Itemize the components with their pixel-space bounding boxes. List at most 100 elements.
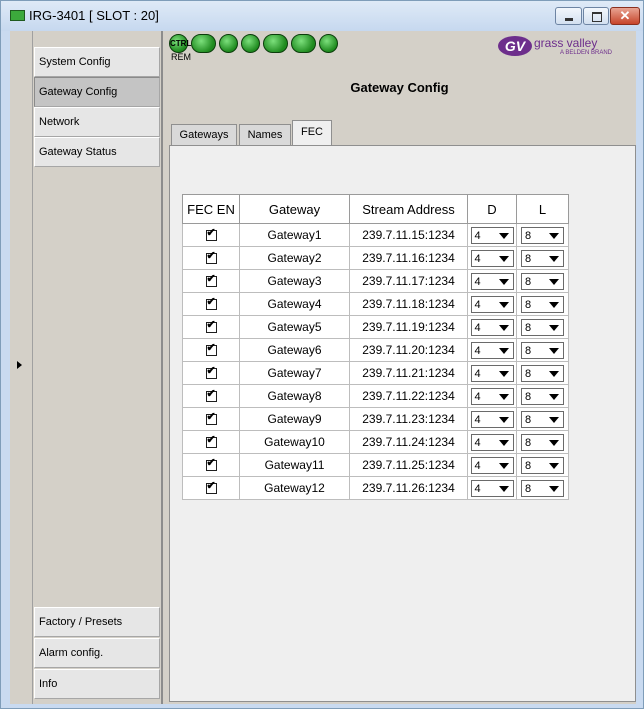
l-cell: 8 (516, 476, 569, 500)
d-value: 4 (474, 321, 481, 334)
connection-status-icon[interactable] (191, 34, 216, 53)
d-value: 4 (474, 298, 481, 311)
header-d[interactable]: D (467, 194, 517, 224)
header-stream-address[interactable]: Stream Address (349, 194, 468, 224)
d-cell: 4 (467, 407, 517, 431)
d-dropdown[interactable]: 4 (470, 410, 514, 428)
l-dropdown[interactable]: 8 (521, 272, 564, 290)
nav-alarm-config[interactable]: Alarm config. (34, 638, 160, 668)
chevron-down-icon (498, 255, 509, 262)
stream-address-cell: 239.7.11.26:1234 (349, 476, 468, 500)
l-dropdown[interactable]: 8 (521, 433, 564, 451)
fec-enable-cell: ✔ (182, 384, 240, 408)
stream-status-icon-2[interactable] (291, 34, 316, 53)
l-dropdown[interactable]: 8 (521, 364, 564, 382)
header-gateway[interactable]: Gateway (239, 194, 350, 224)
d-dropdown[interactable]: 4 (470, 272, 514, 290)
d-dropdown[interactable]: 4 (470, 341, 514, 359)
l-value: 8 (525, 413, 532, 426)
nav-gateway-config[interactable]: Gateway Config (34, 77, 160, 107)
fec-enable-checkbox[interactable]: ✔ (205, 227, 217, 242)
minimize-button[interactable] (555, 7, 582, 25)
fec-enable-checkbox[interactable]: ✔ (205, 411, 217, 426)
network-status-icon-2[interactable] (241, 34, 260, 53)
d-cell: 4 (467, 453, 517, 477)
fec-enable-checkbox[interactable]: ✔ (205, 434, 217, 449)
d-dropdown[interactable]: 4 (470, 479, 514, 497)
l-dropdown[interactable]: 8 (521, 479, 564, 497)
gateway-name-cell: Gateway1 (239, 223, 350, 247)
expand-arrow-icon[interactable] (17, 361, 22, 369)
fec-enable-checkbox[interactable]: ✔ (205, 296, 217, 311)
table-row: ✔ Gateway7 239.7.11.21:1234 4 8 (182, 361, 569, 385)
l-dropdown[interactable]: 8 (521, 410, 564, 428)
l-dropdown[interactable]: 8 (521, 295, 564, 313)
maximize-icon (592, 12, 602, 22)
d-dropdown[interactable]: 4 (470, 295, 514, 313)
add-icon[interactable] (319, 34, 338, 53)
table-body: ✔ Gateway1 239.7.11.15:1234 4 8 ✔ Gateway2 239.… (182, 223, 569, 500)
d-dropdown[interactable]: 4 (470, 318, 514, 336)
fec-enable-checkbox[interactable]: ✔ (205, 457, 217, 472)
d-dropdown[interactable]: 4 (470, 364, 514, 382)
d-cell: 4 (467, 246, 517, 270)
stream-status-icon[interactable] (263, 34, 288, 53)
l-dropdown[interactable]: 8 (521, 387, 564, 405)
l-value: 8 (525, 229, 532, 242)
fec-enable-cell: ✔ (182, 338, 240, 362)
fec-enable-checkbox[interactable]: ✔ (205, 319, 217, 334)
chevron-down-icon (549, 347, 559, 354)
nav-factory-presets[interactable]: Factory / Presets (34, 607, 160, 637)
d-value: 4 (474, 229, 481, 242)
l-dropdown[interactable]: 8 (521, 456, 564, 474)
l-dropdown[interactable]: 8 (521, 318, 564, 336)
l-cell: 8 (516, 384, 569, 408)
close-button[interactable]: ✕ (610, 7, 640, 25)
l-dropdown[interactable]: 8 (521, 226, 564, 244)
fec-enable-checkbox[interactable]: ✔ (205, 388, 217, 403)
gateway-name-cell: Gateway9 (239, 407, 350, 431)
side-collapse-strip[interactable] (10, 31, 33, 704)
chevron-down-icon (498, 301, 509, 308)
d-dropdown[interactable]: 4 (470, 249, 514, 267)
stream-address-cell: 239.7.11.15:1234 (349, 223, 468, 247)
ctrl-status-icon[interactable]: CTRL (169, 34, 191, 53)
gateway-name-cell: Gateway12 (239, 476, 350, 500)
d-dropdown[interactable]: 4 (470, 226, 514, 244)
fec-enable-checkbox[interactable]: ✔ (205, 250, 217, 265)
fec-enable-checkbox[interactable]: ✔ (205, 480, 217, 495)
fec-enable-checkbox[interactable]: ✔ (205, 273, 217, 288)
checkmark-icon: ✔ (206, 342, 216, 355)
tab-names[interactable]: Names (239, 124, 291, 146)
d-cell: 4 (467, 476, 517, 500)
tab-fec[interactable]: FEC (292, 120, 332, 146)
l-cell: 8 (516, 292, 569, 316)
header-l[interactable]: L (516, 194, 569, 224)
table-header-row: FEC EN Gateway Stream Address D L (182, 194, 569, 224)
l-dropdown[interactable]: 8 (521, 249, 564, 267)
l-dropdown[interactable]: 8 (521, 341, 564, 359)
d-dropdown[interactable]: 4 (470, 387, 514, 405)
nav-system-config[interactable]: System Config (34, 47, 160, 77)
tab-gateways[interactable]: Gateways (171, 124, 237, 146)
nav-network[interactable]: Network (34, 107, 160, 137)
fec-enable-checkbox[interactable]: ✔ (205, 365, 217, 380)
network-status-icon[interactable] (219, 34, 238, 53)
header-fec-en[interactable]: FEC EN (182, 194, 240, 224)
chevron-down-icon (549, 485, 559, 492)
chevron-down-icon (549, 278, 559, 285)
fec-enable-checkbox[interactable]: ✔ (205, 342, 217, 357)
nav-info[interactable]: Info (34, 669, 160, 699)
gateway-name-cell: Gateway5 (239, 315, 350, 339)
l-value: 8 (525, 275, 532, 288)
l-cell: 8 (516, 269, 569, 293)
chevron-down-icon (498, 347, 509, 354)
d-dropdown[interactable]: 4 (470, 433, 514, 451)
title-bar[interactable]: IRG-3401 [ SLOT : 20] ✕ (1, 1, 643, 31)
nav-gateway-status[interactable]: Gateway Status (34, 137, 160, 167)
d-dropdown[interactable]: 4 (470, 456, 514, 474)
gateway-name-cell: Gateway6 (239, 338, 350, 362)
maximize-button[interactable] (583, 7, 609, 25)
l-cell: 8 (516, 361, 569, 385)
d-value: 4 (474, 390, 481, 403)
